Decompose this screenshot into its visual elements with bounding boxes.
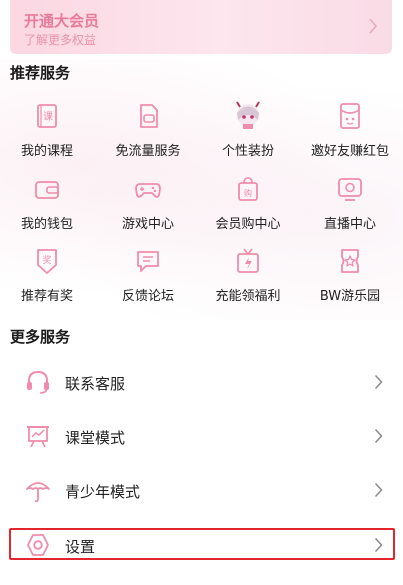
grid-item-label: 游戏中心 xyxy=(121,217,174,232)
grid-item-label: 个性装扮 xyxy=(221,144,274,159)
grid-item-label: 免流量服务 xyxy=(115,144,181,159)
grid-item-referral-reward[interactable]: 奖 推荐有奖 xyxy=(0,247,97,307)
grid-item-label: 直播中心 xyxy=(323,217,376,232)
feedback-bubble-icon xyxy=(137,251,159,272)
list-row-label: 青少年模式 xyxy=(65,483,141,501)
svg-text:课: 课 xyxy=(43,111,53,123)
classroom-icon xyxy=(27,426,49,448)
chevron-right-icon xyxy=(374,374,383,390)
list-row-label: 联系客服 xyxy=(65,375,126,393)
grid-item-live-center[interactable]: 直播中心 xyxy=(300,175,400,235)
charge-gift-icon xyxy=(237,248,259,273)
reward-badge-icon: 奖 xyxy=(37,249,57,274)
grid-item-charge-benefits[interactable]: 充能领福利 xyxy=(198,247,298,307)
anime-avatar-icon xyxy=(236,101,260,129)
grid-item-game-center[interactable]: 游戏中心 xyxy=(98,175,198,235)
chevron-right-icon xyxy=(374,482,383,498)
list-row-customer-service[interactable]: 联系客服 xyxy=(10,362,393,402)
vip-banner[interactable]: 开通大会员 了解更多权益 xyxy=(10,0,392,54)
umbrella-icon xyxy=(26,482,50,503)
grid-item-label: 邀好友赚红包 xyxy=(310,144,389,159)
chevron-right-icon xyxy=(374,428,383,444)
grid-item-label: 我的课程 xyxy=(20,144,73,159)
bw-park-icon xyxy=(341,249,359,273)
gamepad-icon xyxy=(135,183,161,198)
grid-item-personalize[interactable]: 个性装扮 xyxy=(198,101,298,162)
grid-item-invite-friends[interactable]: 邀好友赚红包 xyxy=(300,102,400,162)
vip-title: 开通大会员 xyxy=(24,12,100,30)
headset-icon xyxy=(27,370,49,394)
live-tv-icon xyxy=(338,178,362,201)
grid-item-label: 充能领福利 xyxy=(215,289,281,304)
red-envelope-icon xyxy=(340,103,360,129)
grid-item-label: 反馈论坛 xyxy=(121,289,174,304)
list-row-classroom-mode[interactable]: 课堂模式 xyxy=(10,416,393,456)
grid-item-free-data[interactable]: 免流量服务 xyxy=(98,102,198,162)
course-book-icon: 课 xyxy=(37,104,57,128)
grid-item-label: 会员购中心 xyxy=(215,217,281,232)
grid-item-label: BW游乐园 xyxy=(319,289,381,304)
grid-item-label: 我的钱包 xyxy=(20,217,73,232)
settings-highlight-box xyxy=(9,528,395,560)
grid-item-feedback-forum[interactable]: 反馈论坛 xyxy=(98,247,198,307)
section-title-recommended: 推荐服务 xyxy=(10,64,71,82)
grid-item-my-courses[interactable]: 课 我的课程 xyxy=(0,102,97,162)
shopping-bag-icon: 购 xyxy=(238,177,258,201)
grid-item-my-wallet[interactable]: 我的钱包 xyxy=(0,175,97,235)
vip-subtitle: 了解更多权益 xyxy=(24,33,97,47)
grid-item-member-shopping[interactable]: 购 会员购中心 xyxy=(198,175,298,235)
grid-item-bw-park[interactable]: BW游乐园 xyxy=(300,247,400,307)
chevron-right-icon xyxy=(369,18,378,34)
sim-card-icon xyxy=(140,104,158,128)
section-title-more: 更多服务 xyxy=(10,328,71,346)
svg-text:奖: 奖 xyxy=(42,254,51,266)
list-row-label: 课堂模式 xyxy=(65,429,126,447)
grid-item-label: 推荐有奖 xyxy=(20,289,73,304)
svg-text:购: 购 xyxy=(244,188,252,198)
wallet-icon xyxy=(35,181,59,199)
list-row-youth-mode[interactable]: 青少年模式 xyxy=(10,470,393,510)
